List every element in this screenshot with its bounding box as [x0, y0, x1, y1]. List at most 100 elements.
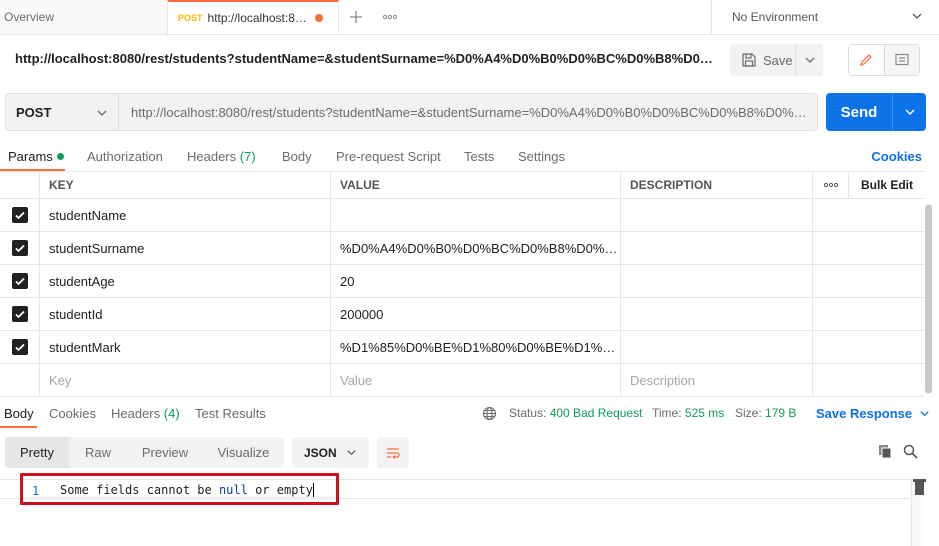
- header-check-cell: [0, 172, 40, 198]
- param-key[interactable]: studentSurname: [40, 232, 331, 264]
- mode-toggle: [848, 44, 920, 76]
- search-icon: [903, 444, 918, 459]
- request-title[interactable]: http://localhost:8080/rest/students?stud…: [15, 51, 720, 66]
- chevron-down-icon: [347, 450, 356, 456]
- chevron-down-icon: [905, 109, 914, 115]
- send-options-button[interactable]: [893, 93, 926, 131]
- tab-headers-count: (7): [239, 149, 256, 164]
- tab-params[interactable]: Params: [8, 149, 64, 164]
- check-icon: [14, 343, 25, 352]
- highlight-annotation: [20, 473, 339, 505]
- response-format-select[interactable]: JSON: [292, 437, 369, 468]
- param-key[interactable]: studentName: [40, 199, 331, 231]
- method-select[interactable]: POST: [5, 93, 119, 131]
- row-checkbox-cell: [0, 199, 40, 231]
- view-preview-button[interactable]: Preview: [127, 437, 203, 468]
- tab-overview[interactable]: Overview: [0, 0, 168, 34]
- chevron-down-icon: [97, 110, 107, 116]
- search-button[interactable]: [903, 444, 918, 462]
- param-description[interactable]: [621, 298, 813, 330]
- response-active-underline: [0, 426, 37, 428]
- param-value[interactable]: 20: [331, 265, 621, 297]
- tab-headers-label: Headers: [187, 149, 237, 164]
- param-description[interactable]: [621, 265, 813, 297]
- wrap-lines-button[interactable]: [377, 437, 409, 468]
- chevron-down-icon: [920, 411, 929, 417]
- param-checkbox[interactable]: [11, 240, 28, 256]
- tab-overview-label: Overview: [4, 10, 55, 24]
- url-input[interactable]: http://localhost:8080/rest/students?stud…: [119, 93, 818, 131]
- param-checkbox[interactable]: [11, 306, 28, 322]
- new-key-input[interactable]: Key: [40, 364, 331, 396]
- tab-options-button[interactable]: [373, 0, 407, 34]
- check-icon: [14, 244, 25, 253]
- pencil-icon: [860, 54, 873, 66]
- response-tab-headers[interactable]: Headers (4): [111, 406, 180, 421]
- save-button[interactable]: Save: [730, 44, 796, 76]
- send-group: Send: [826, 93, 926, 131]
- tab-spacer: [407, 0, 711, 34]
- plus-icon: [350, 11, 362, 23]
- tab-authorization[interactable]: Authorization: [87, 149, 163, 164]
- param-checkbox[interactable]: [11, 207, 28, 223]
- param-key[interactable]: studentAge: [40, 265, 331, 297]
- tab-settings[interactable]: Settings: [518, 149, 565, 164]
- save-options-button[interactable]: [796, 54, 823, 66]
- save-icon: [742, 53, 756, 67]
- copy-button[interactable]: [878, 444, 893, 462]
- globe-icon[interactable]: [482, 406, 497, 421]
- comment-icon: [895, 53, 909, 66]
- response-tab-headers-count: (4): [163, 406, 180, 421]
- environment-select[interactable]: No Environment: [711, 0, 939, 34]
- tab-body[interactable]: Body: [282, 149, 312, 164]
- response-tab-body[interactable]: Body: [4, 406, 34, 421]
- tab-request[interactable]: POST http://localhost:8…: [168, 0, 339, 34]
- params-scrollbar[interactable]: [925, 205, 932, 393]
- more-horizontal-icon: [823, 182, 838, 188]
- status-indicator[interactable]: Status: 400 Bad Request: [509, 406, 642, 420]
- column-options-button[interactable]: [813, 172, 849, 198]
- table-row-new: Key Value Description: [0, 364, 924, 397]
- table-row: studentAge 20: [0, 265, 924, 298]
- response-tab-test-results[interactable]: Test Results: [195, 406, 266, 421]
- view-pretty-button[interactable]: Pretty: [5, 437, 69, 468]
- bulk-edit-button[interactable]: Bulk Edit: [849, 172, 924, 198]
- row-checkbox-cell: [0, 331, 40, 363]
- param-key[interactable]: studentId: [40, 298, 331, 330]
- view-raw-button[interactable]: Raw: [69, 437, 127, 468]
- tab-prerequest-script[interactable]: Pre-request Script: [336, 149, 441, 164]
- view-visualize-button[interactable]: Visualize: [203, 437, 284, 468]
- save-response-button[interactable]: Save Response: [816, 406, 930, 421]
- request-tabs: Params Authorization Headers (7) Body Pr…: [0, 143, 939, 173]
- documentation-button[interactable]: [884, 45, 919, 75]
- param-value[interactable]: [331, 199, 621, 231]
- time-indicator[interactable]: Time: 525 ms: [652, 406, 724, 420]
- param-value[interactable]: %D0%A4%D0%B0%D0%BC%D0%B8%D0%BB%…: [331, 232, 621, 264]
- param-key[interactable]: studentMark: [40, 331, 331, 363]
- param-value[interactable]: 200000: [331, 298, 621, 330]
- param-value[interactable]: %D1%85%D0%BE%D1%80%D0%BE%D1%88%D…: [331, 331, 621, 363]
- cookies-link[interactable]: Cookies: [871, 149, 922, 164]
- tab-headers[interactable]: Headers (7): [187, 149, 256, 164]
- check-icon: [14, 211, 25, 220]
- param-value-text: 200000: [340, 306, 384, 322]
- param-checkbox[interactable]: [11, 339, 28, 355]
- send-button[interactable]: Send: [826, 93, 893, 131]
- param-description[interactable]: [621, 331, 813, 363]
- size-indicator[interactable]: Size: 179 B: [735, 406, 796, 420]
- response-scrollbar[interactable]: [915, 481, 924, 495]
- tab-tests[interactable]: Tests: [464, 149, 494, 164]
- tab-params-label: Params: [8, 149, 53, 164]
- save-group: Save: [730, 44, 823, 76]
- new-value-input[interactable]: Value: [331, 364, 621, 396]
- edit-mode-button[interactable]: [849, 45, 885, 75]
- new-description-input[interactable]: Description: [621, 364, 813, 396]
- param-description[interactable]: [621, 232, 813, 264]
- copy-icon: [879, 445, 892, 459]
- response-tab-cookies[interactable]: Cookies: [49, 406, 96, 421]
- param-checkbox[interactable]: [11, 273, 28, 289]
- new-tab-button[interactable]: [339, 0, 373, 34]
- param-description[interactable]: [621, 199, 813, 231]
- row-checkbox-cell: [0, 364, 40, 396]
- params-header-row: KEY VALUE DESCRIPTION Bulk Edit: [0, 171, 924, 199]
